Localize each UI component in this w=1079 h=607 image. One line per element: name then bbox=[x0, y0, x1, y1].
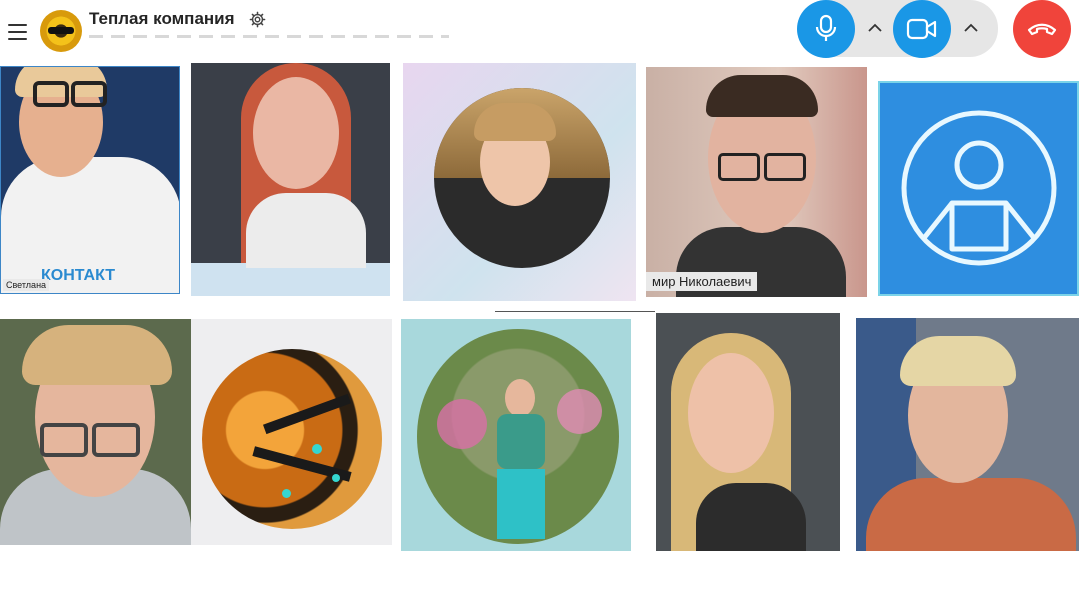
tshirt-text: КОНТАКТ bbox=[41, 267, 116, 284]
camera-button[interactable] bbox=[893, 0, 951, 58]
phone-hangup-icon bbox=[1027, 23, 1057, 36]
subtitle-redacted bbox=[89, 35, 449, 38]
row-divider bbox=[495, 311, 655, 312]
mic-options-chevron-icon[interactable] bbox=[864, 17, 886, 39]
participant-name-4: мир Николаевич bbox=[646, 272, 758, 291]
participant-tile-3[interactable] bbox=[403, 63, 636, 301]
participant-tile-2[interactable] bbox=[191, 63, 390, 296]
participant-tile-5[interactable] bbox=[878, 81, 1079, 296]
tiger-avatar bbox=[202, 349, 382, 529]
participant-tile-8[interactable] bbox=[401, 319, 631, 551]
group-avatar[interactable] bbox=[40, 10, 82, 52]
mic-button[interactable] bbox=[797, 0, 855, 58]
participant-tile-9[interactable] bbox=[656, 313, 840, 551]
participant-tile-6[interactable] bbox=[0, 319, 191, 545]
participant-name-1: Светлана bbox=[3, 279, 50, 291]
avatar-placeholder-icon bbox=[901, 110, 1057, 266]
participant-tile-7[interactable] bbox=[191, 319, 392, 545]
participant-tile-1[interactable]: КОНТАКТ Светлана bbox=[0, 66, 180, 294]
chat-title[interactable]: Теплая компания bbox=[89, 9, 235, 29]
gear-icon[interactable] bbox=[249, 11, 266, 28]
microphone-icon bbox=[815, 14, 837, 41]
participant-tile-4[interactable]: мир Николаевич bbox=[646, 67, 867, 297]
hangup-button[interactable] bbox=[1013, 0, 1071, 58]
menu-icon[interactable] bbox=[8, 24, 28, 40]
participant-tile-10[interactable] bbox=[856, 318, 1079, 551]
camera-options-chevron-icon[interactable] bbox=[960, 17, 982, 39]
video-camera-icon bbox=[906, 18, 937, 40]
